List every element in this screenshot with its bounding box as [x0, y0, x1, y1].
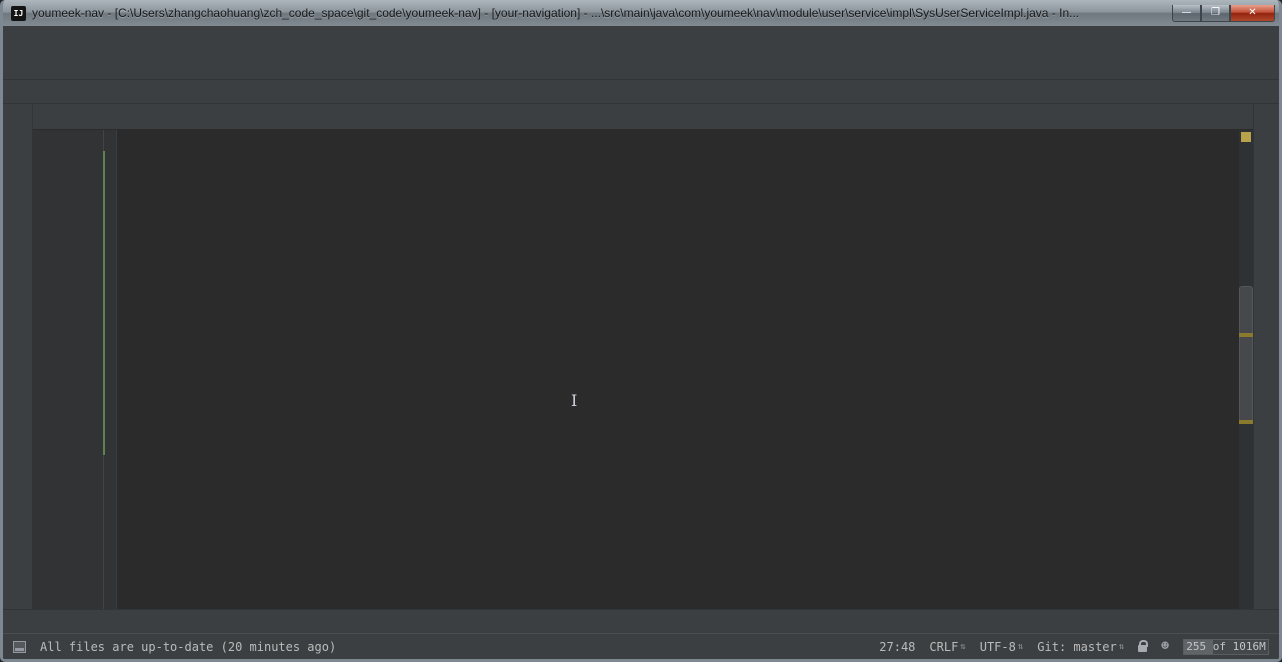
right-tool-stripe [1253, 104, 1279, 609]
hector-inspector-icon[interactable]: ☻ [1161, 639, 1169, 654]
readonly-lock-icon[interactable] [1138, 645, 1147, 652]
line-separator-selector[interactable]: CRLF⇅ [929, 640, 965, 654]
toggle-stripes-icon[interactable] [13, 641, 26, 653]
status-bar: All files are up-to-date (20 minutes ago… [3, 633, 1279, 659]
memory-indicator[interactable]: 255 of 1016M [1183, 639, 1269, 655]
spinner-icon: ⇅ [960, 642, 965, 652]
caret-position[interactable]: 27:48 [879, 640, 915, 654]
menu-bar [3, 26, 1279, 50]
minimize-button[interactable]: — [1172, 5, 1201, 22]
left-tool-stripe [3, 104, 33, 609]
error-stripe[interactable] [1239, 130, 1253, 609]
vcs-change-bar [103, 151, 105, 455]
bottom-tool-bar [3, 609, 1279, 633]
window-title: youmeek-nav - [C:\Users\zhangchaohuang\z… [32, 6, 1166, 20]
inspection-status-square[interactable] [1241, 132, 1251, 142]
encoding-selector[interactable]: UTF-8⇅ [980, 640, 1024, 654]
spinner-icon: ⇅ [1018, 642, 1023, 652]
title-bar[interactable]: IJ youmeek-nav - [C:\Users\zhangchaohuan… [3, 0, 1279, 26]
ide-window: IJ youmeek-nav - [C:\Users\zhangchaohuan… [0, 0, 1282, 662]
spinner-icon: ⇅ [1119, 642, 1124, 652]
breadcrumb [3, 80, 1279, 104]
code-editor[interactable]: I [33, 130, 1253, 609]
mouse-ibeam-cursor: I [571, 392, 577, 409]
main-toolbar [3, 50, 1279, 80]
app-logo-icon: IJ [11, 6, 26, 21]
warning-stripe-mark[interactable] [1239, 333, 1253, 337]
close-button[interactable]: ✕ [1230, 5, 1275, 22]
warning-stripe-mark[interactable] [1239, 420, 1253, 424]
git-branch-selector[interactable]: Git: master⇅ [1037, 640, 1124, 654]
status-message: All files are up-to-date (20 minutes ago… [40, 640, 865, 654]
maximize-button[interactable]: ❐ [1201, 5, 1230, 22]
editor-scrollbar[interactable] [1239, 286, 1253, 423]
editor-tab-bar [33, 104, 1253, 130]
